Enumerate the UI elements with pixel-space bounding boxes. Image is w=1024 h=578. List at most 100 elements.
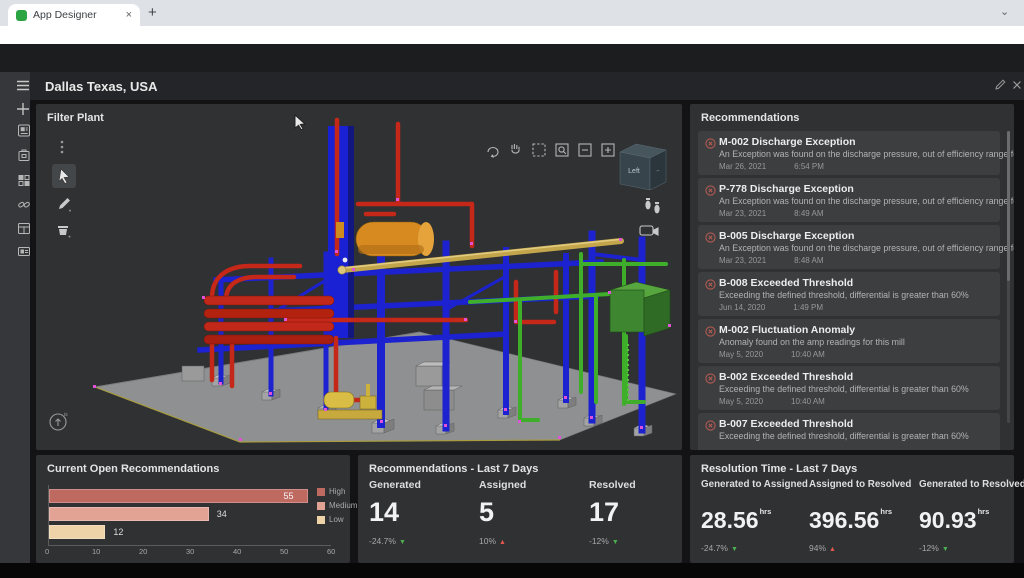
orbit-tool-icon [487, 146, 499, 158]
chart-legend: High Medium Low [317, 487, 357, 529]
trend-arrow-icon: ▼ [730, 546, 738, 553]
kpi-resolved: Resolved 17 -12% ▼ [589, 479, 697, 546]
x-axis-tick: 20 [139, 547, 148, 556]
pointer-tool-button[interactable] [52, 164, 76, 188]
alert-icon [705, 185, 716, 196]
recommendation-card[interactable]: B-007 Exceeded Threshold Exceeding the d… [698, 413, 1000, 450]
browser-tab-strip: App Designer × + ⌄ [0, 0, 1024, 26]
screen: App Designer × + ⌄ ← → ↻ xmad-stagging.a… [0, 0, 1024, 578]
recommendation-card[interactable]: B-005 Discharge Exception An Exception w… [698, 225, 1014, 269]
rec-date: Mar 26, 2021 [719, 162, 767, 171]
bar-chart-plot: 55 34 12 [48, 485, 331, 546]
x-axis-tick: 50 [280, 547, 289, 556]
rec-time: 10:40 AM [791, 397, 825, 406]
camera-icon [639, 225, 659, 236]
green-machine [608, 281, 672, 337]
legend-swatch-high [317, 487, 325, 496]
browser-tab[interactable]: App Designer × [8, 4, 140, 26]
plant-3d-canvas[interactable]: Left ⌐ is [36, 104, 682, 450]
resolution-time-kpi-panel: Resolution Time - Last 7 Days Generated … [690, 455, 1024, 563]
kpi-assigned: Assigned 5 10% ▲ [479, 479, 587, 546]
trend-arrow-icon: ▼ [611, 539, 619, 546]
x-axis-tick: 40 [233, 547, 242, 556]
kpi-generated: Generated 14 -24.7% ▼ [369, 479, 477, 546]
x-axis-tick: 30 [186, 547, 195, 556]
recommendations-list: M-002 Discharge Exception An Exception w… [698, 131, 1014, 450]
page-title: Dallas Texas, USA [45, 79, 158, 94]
kpi-value: 17 [589, 497, 620, 527]
home-view-gizmo-icon: is [49, 412, 68, 431]
edit-page-icon[interactable] [994, 79, 1006, 91]
recommendation-card[interactable]: M-002 Fluctuation Anomaly Anomaly found … [698, 319, 1000, 363]
recommendations-kpi-panel: Recommendations - Last 7 Days Generated … [358, 455, 682, 563]
zoom-window-tool-icon [555, 143, 569, 157]
trend-arrow-icon: ▲ [499, 539, 506, 546]
kpi-value: 396.56hrs [809, 507, 893, 533]
alert-icon [705, 138, 716, 149]
rec-date: Jun 14, 2020 [719, 303, 766, 312]
recommendation-card[interactable]: P-778 Discharge Exception An Exception w… [698, 178, 1014, 222]
recommendation-card[interactable]: M-002 Discharge Exception An Exception w… [698, 131, 1014, 175]
scrollbar-thumb[interactable] [1007, 131, 1010, 281]
tab-title: App Designer [33, 9, 97, 21]
window-chevron-icon[interactable]: ⌄ [1000, 5, 1009, 18]
draw-pencil-tool-icon[interactable] [56, 196, 72, 212]
kpi-panel-title: Resolution Time - Last 7 Days [701, 463, 858, 475]
expand-view-tool-icon [601, 143, 615, 157]
trend-arrow-icon: ▼ [398, 539, 406, 546]
rec-date: May 5, 2020 [719, 397, 764, 406]
alert-icon [705, 373, 716, 384]
recommendations-scrollbar[interactable] [1007, 131, 1010, 423]
page-title-bar: Dallas Texas, USA [30, 72, 1024, 100]
chart-title: Current Open Recommendations [47, 463, 220, 475]
view-cube-label: Left [628, 168, 640, 175]
eraser-tool-icon[interactable] [55, 222, 71, 238]
legend-swatch-medium [317, 501, 325, 510]
rec-date: May 5, 2020 [719, 350, 764, 359]
rec-time: 10:40 AM [791, 350, 825, 359]
browser-toolbar: ← → ↻ xmad-stagging.azurewebsites.net/re… [0, 26, 1024, 67]
bar-medium[interactable] [49, 507, 209, 521]
bar-high[interactable] [49, 489, 308, 503]
trend-arrow-icon: ▲ [829, 546, 836, 553]
recommendations-title: Recommendations [701, 112, 800, 124]
viewer-toolbar [487, 143, 615, 158]
rec-time: 6:54 PM [794, 162, 824, 171]
recommendations-panel: Recommendations M-002 Discharge Exceptio… [690, 104, 1014, 450]
kpi-assigned-to-resolved: Assigned to Resolved 396.56hrs 94% ▲ [809, 479, 917, 553]
bar-low[interactable] [49, 525, 106, 539]
rec-time: 1:49 PM [793, 303, 824, 312]
pan-hand-tool-icon [511, 144, 520, 154]
x-axis-tick: 0 [45, 547, 50, 556]
fit-view-tool-icon [578, 143, 592, 157]
new-tab-button[interactable]: + [148, 4, 157, 21]
mouse-cursor [294, 114, 307, 130]
rec-time: 8:49 AM [794, 209, 824, 218]
left-sidebar: X [0, 72, 30, 563]
x-axis: 0 10 20 30 40 50 60 [45, 547, 335, 557]
kpi-value: 5 [479, 497, 495, 527]
view-cube: Left ⌐ [619, 143, 667, 191]
walk-mode-icon [645, 198, 660, 214]
kpi-value: 28.56hrs [701, 507, 772, 533]
open-recommendations-chart-panel: Current Open Recommendations 55 34 12 0 1… [36, 455, 357, 563]
menu-hamburger-icon[interactable] [8, 80, 38, 91]
kpi-generated-to-assigned: Generated to Assigned 28.56hrs -24.7% ▼ [701, 479, 808, 553]
tab-favicon-icon [16, 9, 27, 21]
alert-icon [705, 420, 716, 431]
rec-date: Mar 23, 2021 [719, 256, 767, 265]
rec-date: Mar 23, 2021 [719, 209, 767, 218]
alert-icon [705, 326, 716, 337]
tab-close-icon[interactable]: × [126, 9, 132, 21]
kpi-value: 90.93hrs [919, 507, 990, 533]
recommendation-card[interactable]: B-002 Exceeded Threshold Exceeding the d… [698, 366, 1000, 410]
marquee-select-tool-icon [532, 143, 546, 157]
viewer-overflow-dots-icon[interactable] [60, 140, 64, 154]
plant-viewer-panel: Filter Plant Left ⌐ is [36, 104, 682, 450]
x-axis-tick: 60 [327, 547, 336, 556]
trend-arrow-icon: ▼ [941, 546, 949, 553]
recommendation-card[interactable]: B-008 Exceeded Threshold Exceeding the d… [698, 272, 1000, 316]
alert-icon [705, 279, 716, 290]
close-page-icon[interactable] [1012, 80, 1022, 90]
legend-swatch-low [317, 515, 325, 524]
